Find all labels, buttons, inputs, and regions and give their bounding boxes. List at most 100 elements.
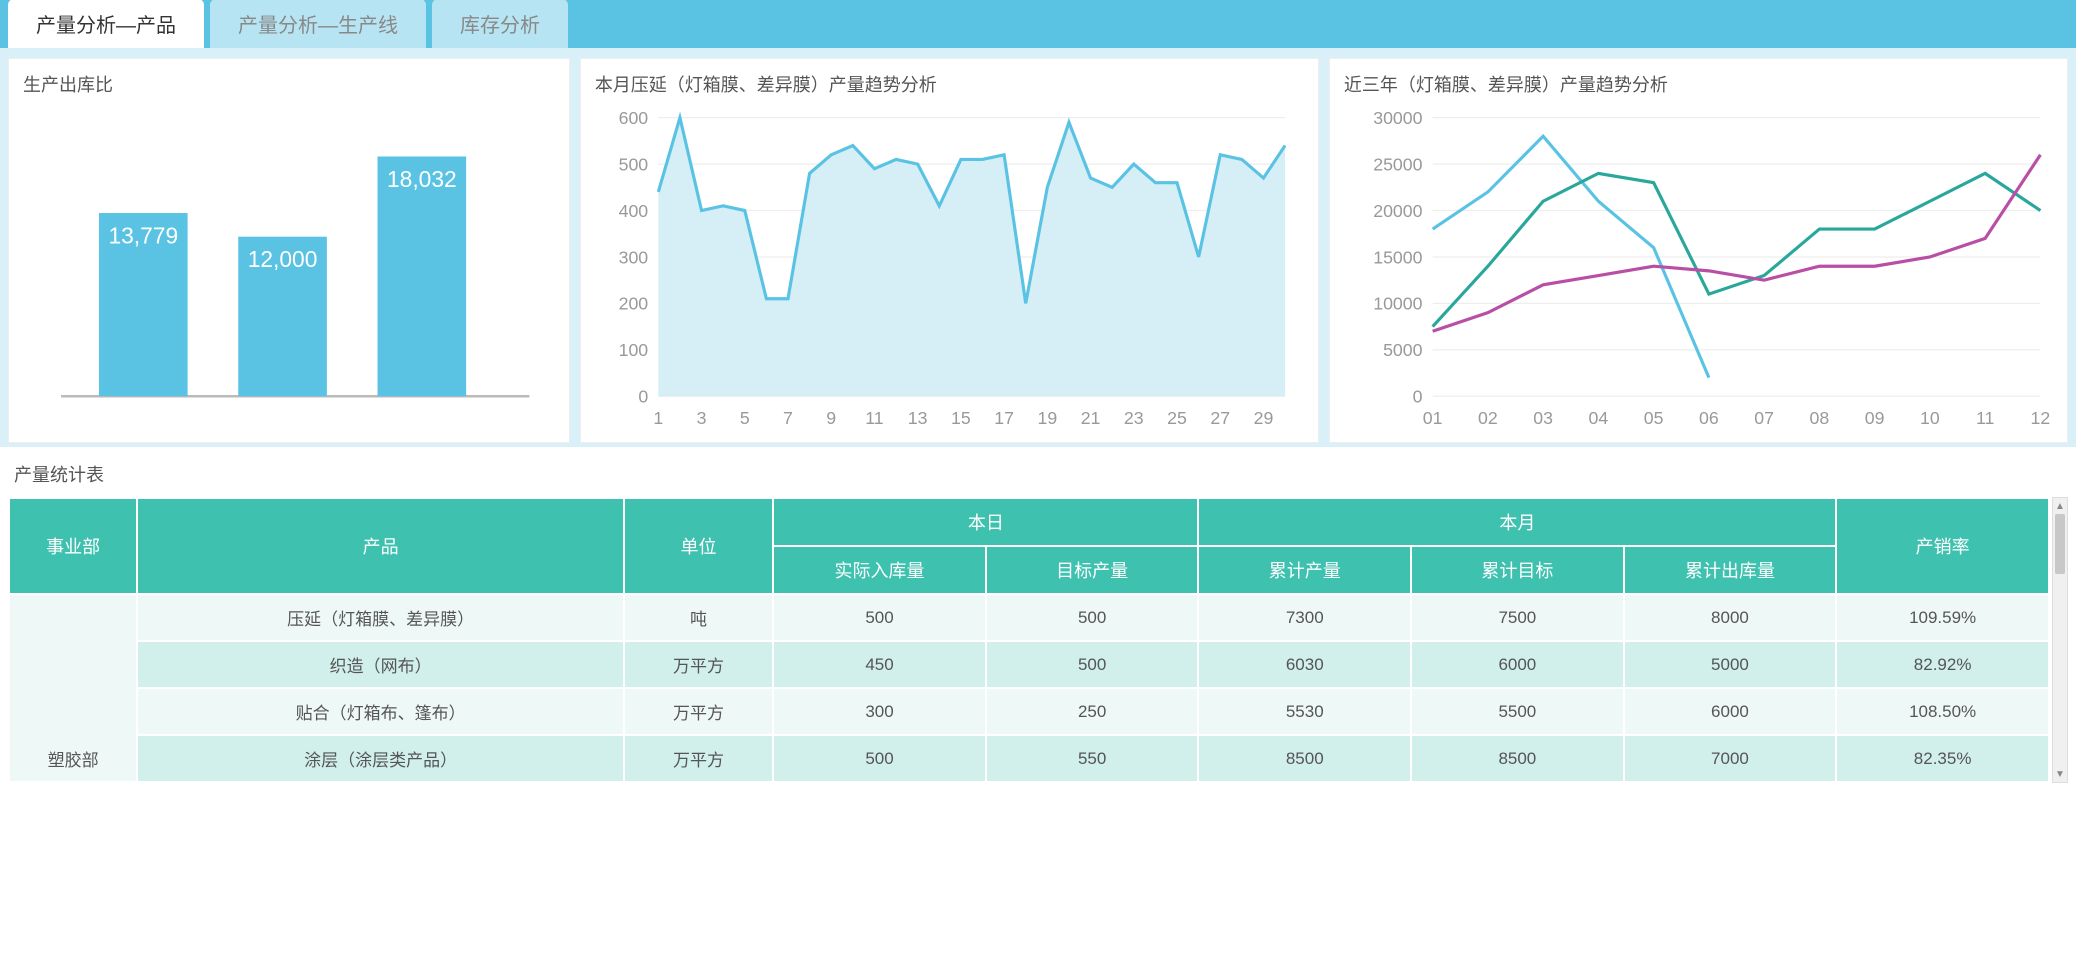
th-month-cum: 累计产量 [1199, 547, 1410, 593]
bar-chart: 13,779 12,000 18,032 [23, 105, 555, 434]
panel-title: 生产出库比 [23, 71, 555, 97]
svg-text:17: 17 [994, 408, 1014, 428]
td-month_out: 6000 [1625, 689, 1836, 734]
svg-text:03: 03 [1533, 408, 1553, 428]
svg-text:23: 23 [1124, 408, 1144, 428]
th-rate: 产销率 [1837, 499, 2048, 593]
td-month_target: 6000 [1412, 642, 1623, 687]
svg-text:12,000: 12,000 [248, 246, 318, 272]
scroll-down-icon[interactable]: ▼ [2053, 766, 2067, 782]
th-product: 产品 [138, 499, 622, 593]
svg-text:05: 05 [1644, 408, 1664, 428]
three-year-chart: 0500010000150002000025000300000102030405… [1344, 105, 2053, 434]
th-unit: 单位 [625, 499, 772, 593]
td-month_target: 8500 [1412, 736, 1623, 781]
panel-month-trend: 本月压延（灯箱膜、差异膜）产量趋势分析 0 100 200 300 400 500 600 1… [580, 58, 1319, 443]
svg-text:02: 02 [1478, 408, 1498, 428]
svg-text:3: 3 [696, 408, 706, 428]
svg-text:12: 12 [2030, 408, 2050, 428]
svg-text:0: 0 [638, 387, 648, 407]
svg-text:13,779: 13,779 [108, 222, 178, 248]
td-product: 压延（灯箱膜、差异膜） [138, 595, 622, 640]
svg-text:11: 11 [865, 408, 883, 428]
svg-text:0: 0 [1413, 387, 1423, 407]
td-month_cum: 6030 [1199, 642, 1410, 687]
td-month_out: 5000 [1625, 642, 1836, 687]
td-month_cum: 8500 [1199, 736, 1410, 781]
svg-text:5: 5 [740, 408, 750, 428]
svg-text:300: 300 [618, 247, 648, 267]
svg-text:400: 400 [618, 201, 648, 221]
td-unit: 万平方 [625, 736, 772, 781]
svg-text:10000: 10000 [1373, 294, 1422, 314]
svg-text:1: 1 [653, 408, 663, 428]
svg-text:5000: 5000 [1383, 340, 1423, 360]
tab-product-analysis[interactable]: 产量分析—产品 [8, 0, 204, 48]
svg-text:06: 06 [1699, 408, 1719, 428]
svg-text:13: 13 [908, 408, 928, 428]
svg-text:10: 10 [1920, 408, 1940, 428]
svg-text:20000: 20000 [1373, 201, 1422, 221]
td-rate: 108.50% [1837, 689, 2048, 734]
panel-title: 本月压延（灯箱膜、差异膜）产量趋势分析 [595, 71, 1304, 97]
td-month_target: 7500 [1412, 595, 1623, 640]
svg-text:100: 100 [618, 340, 648, 360]
td-today_target: 500 [987, 595, 1198, 640]
td-today_in: 500 [774, 736, 985, 781]
td-unit: 吨 [625, 595, 772, 640]
td-today_target: 550 [987, 736, 1198, 781]
scroll-thumb[interactable] [2055, 514, 2065, 574]
table-row: 涂层（涂层类产品）万平方50055085008500700082.35% [10, 736, 2048, 781]
td-today_in: 450 [774, 642, 985, 687]
td-rate: 109.59% [1837, 595, 2048, 640]
svg-text:25: 25 [1167, 408, 1187, 428]
td-today_target: 500 [987, 642, 1198, 687]
th-today: 本日 [774, 499, 1197, 545]
td-month_cum: 7300 [1199, 595, 1410, 640]
td-product: 涂层（涂层类产品） [138, 736, 622, 781]
svg-text:7: 7 [783, 408, 793, 428]
td-product: 贴合（灯箱布、篷布） [138, 689, 622, 734]
svg-text:29: 29 [1253, 408, 1273, 428]
tab-inventory-analysis[interactable]: 库存分析 [432, 0, 568, 48]
table-scrollbar[interactable]: ▲ ▼ [2052, 497, 2068, 783]
scroll-up-icon[interactable]: ▲ [2053, 498, 2067, 514]
td-unit: 万平方 [625, 642, 772, 687]
table-row: 贴合（灯箱布、篷布）万平方300250553055006000108.50% [10, 689, 2048, 734]
svg-text:30000: 30000 [1373, 108, 1422, 128]
svg-text:200: 200 [618, 294, 648, 314]
td-month_out: 7000 [1625, 736, 1836, 781]
svg-text:600: 600 [618, 108, 648, 128]
tab-bar: 产量分析—产品 产量分析—生产线 库存分析 [0, 0, 2076, 48]
th-dept: 事业部 [10, 499, 136, 593]
svg-text:15000: 15000 [1373, 247, 1422, 267]
th-today-target: 目标产量 [987, 547, 1198, 593]
svg-text:11: 11 [1976, 408, 1994, 428]
month-trend-chart: 0100200300400500600135791113151719212325… [595, 105, 1304, 434]
td-dept-group: 塑胶部 [10, 595, 136, 781]
svg-text:01: 01 [1423, 408, 1443, 428]
td-rate: 82.92% [1837, 642, 2048, 687]
th-month-target: 累计目标 [1412, 547, 1623, 593]
svg-text:21: 21 [1081, 408, 1101, 428]
td-today_in: 500 [774, 595, 985, 640]
td-rate: 82.35% [1837, 736, 2048, 781]
td-unit: 万平方 [625, 689, 772, 734]
panel-three-year-trend: 近三年（灯箱膜、差异膜）产量趋势分析 050001000015000200002… [1329, 58, 2068, 443]
table-container: 事业部 产品 单位 本日 本月 产销率 实际入库量 目标产量 累计产量 累计目标… [0, 497, 2076, 783]
svg-text:27: 27 [1210, 408, 1230, 428]
svg-text:18,032: 18,032 [387, 166, 457, 192]
th-today-in: 实际入库量 [774, 547, 985, 593]
td-month_out: 8000 [1625, 595, 1836, 640]
svg-text:500: 500 [618, 154, 648, 174]
td-month_cum: 5530 [1199, 689, 1410, 734]
table-row: 塑胶部压延（灯箱膜、差异膜）吨500500730075008000109.59% [10, 595, 2048, 640]
stats-table: 事业部 产品 单位 本日 本月 产销率 实际入库量 目标产量 累计产量 累计目标… [8, 497, 2050, 783]
tab-line-analysis[interactable]: 产量分析—生产线 [210, 0, 426, 48]
chart-row: 生产出库比 13,779 12,000 18,032 本月压延（灯箱膜、差异膜）产量… [0, 48, 2076, 447]
td-today_target: 250 [987, 689, 1198, 734]
svg-text:15: 15 [951, 408, 971, 428]
svg-text:09: 09 [1865, 408, 1885, 428]
td-product: 织造（网布） [138, 642, 622, 687]
table-row: 织造（网布）万平方45050060306000500082.92% [10, 642, 2048, 687]
